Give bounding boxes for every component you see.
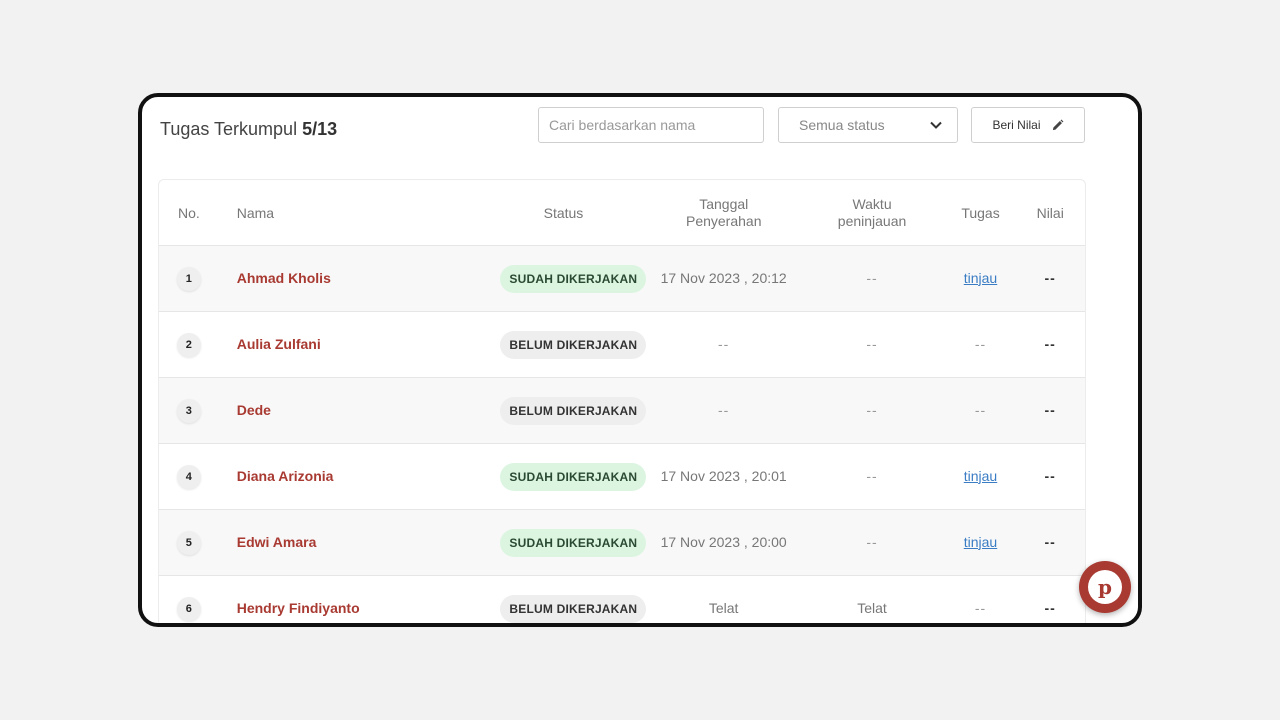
task-cell: -- [974, 599, 987, 616]
status-filter-select[interactable]: Semua status [778, 107, 958, 143]
row-number: 3 [176, 398, 201, 423]
col-status: Status [543, 204, 584, 221]
score: -- [1044, 335, 1056, 352]
student-name: Dede [236, 401, 271, 418]
submission-date: -- [717, 335, 730, 352]
review-time: -- [866, 269, 878, 286]
col-no: No. [177, 204, 200, 221]
col-score: Nilai [1036, 204, 1064, 221]
status-badge: BELUM DIKERJAKAN [500, 594, 647, 623]
task-cell: -- [974, 401, 987, 418]
status-badge: SUDAH DIKERJAKAN [500, 462, 647, 491]
submission-date: 17 Nov 2023 , 20:00 [660, 533, 787, 550]
table-row: 2 Aulia Zulfani BELUM DIKERJAKAN -- -- -… [159, 312, 1085, 378]
table-row: 4 Diana Arizonia SUDAH DIKERJAKAN 17 Nov… [159, 444, 1085, 510]
student-name: Ahmad Kholis [236, 269, 331, 286]
chevron-down-icon [930, 121, 942, 129]
submission-date: -- [717, 401, 730, 418]
row-number: 4 [176, 464, 201, 489]
status-badge: BELUM DIKERJAKAN [500, 396, 647, 425]
col-review: Waktu peninjauan [837, 195, 907, 229]
row-number: 2 [176, 332, 201, 357]
review-time: -- [866, 533, 878, 550]
submission-date: 17 Nov 2023 , 20:12 [660, 269, 787, 286]
submission-date: Telat [708, 599, 739, 616]
grade-button-label: Beri Nilai [992, 118, 1041, 132]
page-title: Tugas Terkumpul 5/13 [160, 119, 338, 139]
student-name: Aulia Zulfani [236, 335, 321, 352]
col-task: Tugas [961, 204, 1000, 221]
score: -- [1044, 467, 1056, 484]
score: -- [1044, 533, 1056, 550]
header: Tugas Terkumpul 5/13 Semua status Beri N… [142, 97, 1138, 167]
score: -- [1044, 401, 1056, 418]
search-input[interactable] [538, 107, 764, 143]
review-time: -- [866, 467, 878, 484]
student-name: Edwi Amara [236, 533, 317, 550]
status-badge: BELUM DIKERJAKAN [500, 330, 647, 359]
score: -- [1044, 599, 1056, 616]
task-cell: -- [974, 335, 987, 352]
student-name: Diana Arizonia [236, 467, 334, 484]
col-name: Nama [236, 204, 275, 221]
review-link[interactable]: tinjau [964, 468, 997, 484]
row-number: 1 [176, 266, 201, 291]
status-badge: SUDAH DIKERJAKAN [500, 264, 647, 293]
submission-date: 17 Nov 2023 , 20:01 [660, 467, 787, 484]
score: -- [1044, 269, 1056, 286]
chat-logo-icon: p [1088, 570, 1122, 604]
chat-button[interactable]: p [1079, 561, 1131, 613]
grade-button[interactable]: Beri Nilai [971, 107, 1085, 143]
submissions-table: No. Nama Status Tanggal Penyerahan Waktu… [158, 179, 1086, 623]
table-row: 6 Hendry Findiyanto BELUM DIKERJAKAN Tel… [159, 576, 1085, 623]
table-row: 3 Dede BELUM DIKERJAKAN -- -- -- -- [159, 378, 1085, 444]
review-link[interactable]: tinjau [964, 534, 997, 550]
table-header: No. Nama Status Tanggal Penyerahan Waktu… [159, 180, 1085, 246]
main-panel: Tugas Terkumpul 5/13 Semua status Beri N… [138, 93, 1142, 627]
table-row: 1 Ahmad Kholis SUDAH DIKERJAKAN 17 Nov 2… [159, 246, 1085, 312]
table-row: 5 Edwi Amara SUDAH DIKERJAKAN 17 Nov 202… [159, 510, 1085, 576]
review-time: Telat [857, 599, 887, 616]
status-badge: SUDAH DIKERJAKAN [500, 528, 647, 557]
status-filter-value: Semua status [799, 117, 885, 133]
pencil-icon [1052, 119, 1063, 130]
review-time: -- [866, 401, 878, 418]
review-link[interactable]: tinjau [964, 270, 997, 286]
row-number: 6 [176, 596, 201, 621]
submission-count: 5/13 [302, 119, 338, 139]
row-number: 5 [176, 530, 201, 555]
col-date: Tanggal Penyerahan [685, 195, 762, 229]
review-time: -- [866, 335, 878, 352]
student-name: Hendry Findiyanto [236, 599, 360, 616]
